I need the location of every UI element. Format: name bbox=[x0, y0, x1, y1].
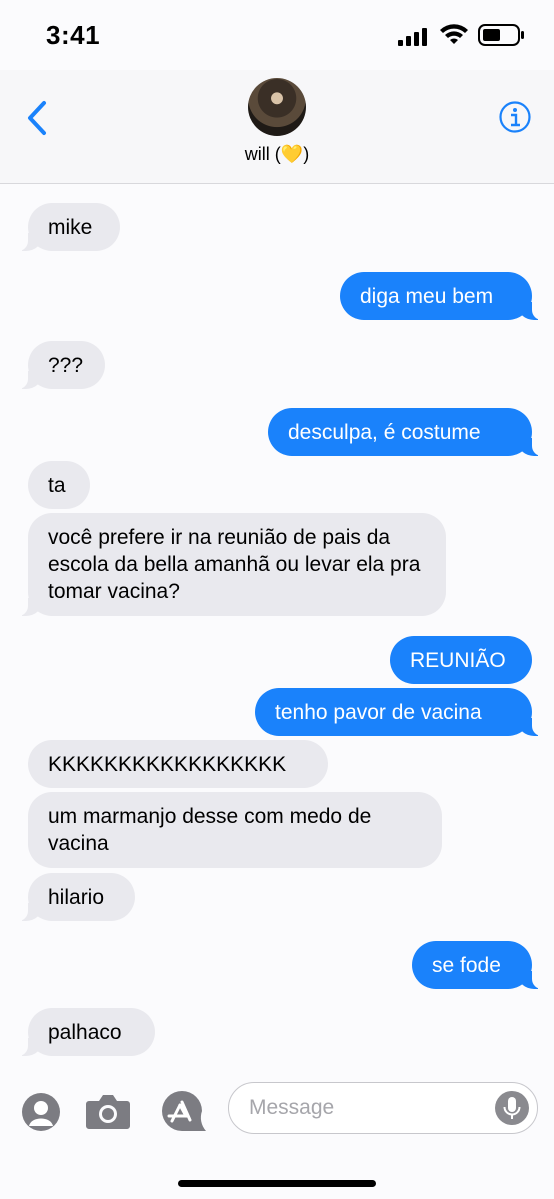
message-bubble-outgoing[interactable]: tenho pavor de vacina bbox=[255, 688, 546, 736]
status-time: 3:41 bbox=[46, 20, 101, 50]
status-bar: 3:41 bbox=[0, 0, 554, 70]
cellular-signal-icon bbox=[398, 28, 427, 46]
message-bubble-incoming[interactable]: hilario bbox=[14, 873, 135, 921]
memoji-icon[interactable] bbox=[21, 1092, 61, 1132]
info-icon[interactable] bbox=[498, 100, 532, 134]
message-input-container[interactable] bbox=[228, 1082, 538, 1134]
message-composer bbox=[0, 1074, 554, 1199]
message-bubble-incoming[interactable]: um marmanjo desse com medo de vacina bbox=[28, 792, 442, 868]
message-bubble-outgoing[interactable]: desculpa, é costume bbox=[268, 408, 546, 456]
contact-name[interactable]: will (💛) bbox=[0, 144, 554, 165]
conversation-header: will (💛) bbox=[0, 70, 554, 184]
message-bubble-outgoing[interactable]: REUNIÃO bbox=[390, 636, 532, 684]
message-bubble-incoming[interactable]: ta bbox=[28, 461, 90, 509]
microphone-icon[interactable] bbox=[495, 1091, 529, 1125]
message-bubble-incoming[interactable]: você prefere ir na reunião de pais da es… bbox=[14, 513, 446, 616]
message-bubble-incoming[interactable]: ??? bbox=[14, 341, 105, 389]
contact-avatar[interactable] bbox=[248, 78, 306, 136]
home-indicator[interactable] bbox=[178, 1180, 376, 1187]
chevron-left-icon[interactable] bbox=[24, 100, 50, 136]
message-input[interactable] bbox=[249, 1083, 489, 1132]
camera-icon[interactable] bbox=[85, 1092, 131, 1130]
message-bubble-incoming[interactable]: palhaco bbox=[14, 1008, 155, 1056]
message-bubble-incoming[interactable]: mike bbox=[14, 203, 120, 251]
message-bubble-outgoing[interactable]: se fode bbox=[412, 941, 546, 989]
wifi-icon bbox=[440, 24, 468, 44]
battery-icon bbox=[478, 24, 524, 46]
message-bubble-incoming[interactable]: KKKKKKKKKKKKKKKKK bbox=[28, 740, 328, 788]
message-bubble-outgoing[interactable]: diga meu bem bbox=[340, 272, 546, 320]
app-store-icon[interactable] bbox=[158, 1090, 210, 1132]
